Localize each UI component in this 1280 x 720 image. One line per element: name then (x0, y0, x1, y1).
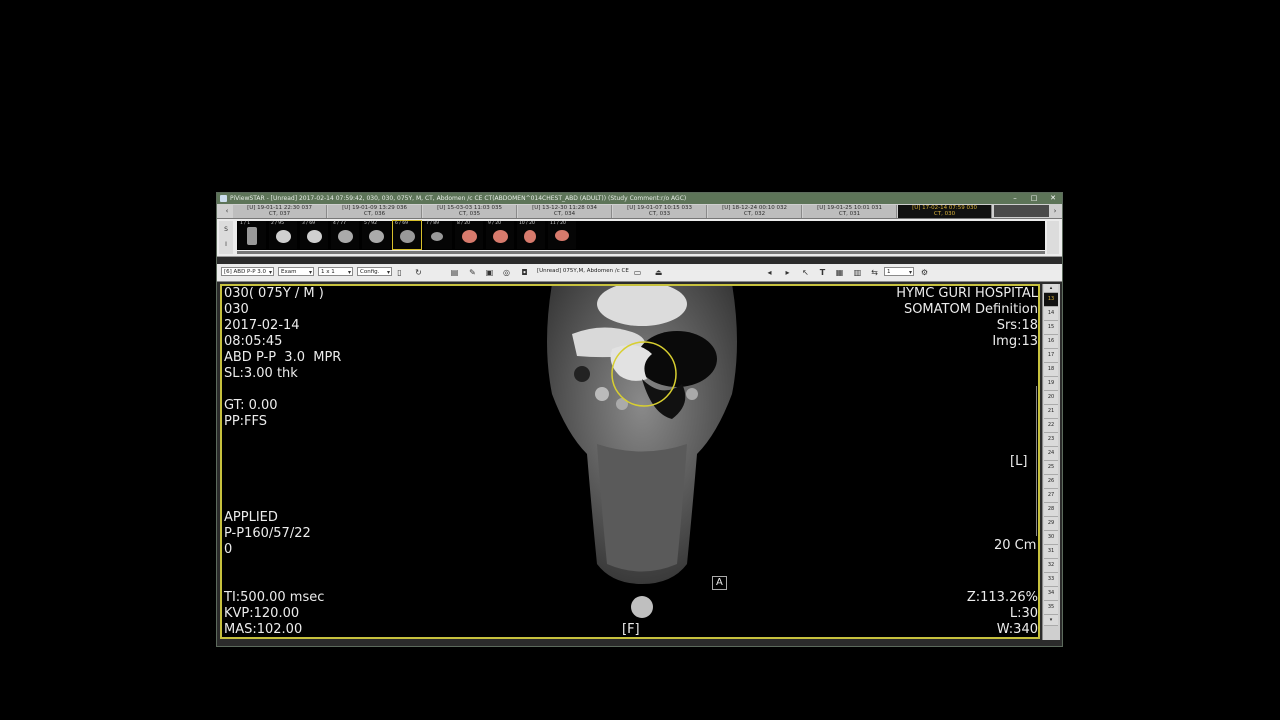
study-info-label: [Unread] 075Y,M, Abdomen /c CE (537, 268, 629, 274)
slice-number[interactable]: 16 (1044, 335, 1058, 349)
slice-number-current[interactable]: 13 (1044, 293, 1058, 307)
eject-icon[interactable]: ⏏ (653, 267, 664, 278)
series-thumbnail[interactable]: 3 / 69 (300, 221, 328, 249)
tab-next-arrow-icon[interactable]: › (1051, 205, 1059, 217)
thumbnail-area: 1 / 1 2 / 95 3 / 69 4 / 77 5 / 92 6 / 69… (237, 220, 1045, 250)
settings-icon[interactable]: ⚙ (919, 267, 930, 278)
slice-number[interactable]: 19 (1044, 377, 1058, 391)
print-icon[interactable]: ▤ (449, 267, 460, 278)
sync-icon[interactable]: ⇆ (869, 267, 880, 278)
thumbnail-strip: S I 1 / 1 2 / 95 3 / 69 4 / 77 5 / 92 6 … (217, 219, 1062, 257)
thumbnail-side-right (1047, 221, 1059, 254)
overlay-top-right: HYMC GURI HOSPITAL SOMATOM Definition Srs:… (896, 286, 1038, 349)
slice-number[interactable]: 34 (1044, 587, 1058, 601)
orientation-right-label: [L] (1010, 454, 1028, 469)
slice-number[interactable]: 22 (1044, 419, 1058, 433)
grid-icon[interactable]: ▦ (834, 267, 845, 278)
exam-select[interactable]: Exam (278, 267, 314, 277)
slice-number[interactable]: 14 (1044, 307, 1058, 321)
study-tab[interactable]: [U] 15-03-03 11:03 035 CT, 035 (423, 205, 517, 218)
slice-number[interactable]: 29 (1044, 517, 1058, 531)
app-window: PiViewSTAR - [Unread] 2017-02-14 07:59:4… (216, 192, 1063, 647)
minimize-button[interactable]: – (1006, 193, 1024, 204)
overlay-mid-left: APPLIED P-P160/57/22 0 (224, 510, 311, 557)
series-thumbnail[interactable]: 10 / 20 (517, 221, 545, 249)
series-thumbnail[interactable]: 4 / 77 (331, 221, 359, 249)
inferior-label: I (225, 241, 227, 248)
slice-number[interactable]: 28 (1044, 503, 1058, 517)
tile-icon[interactable]: ▥ (852, 267, 863, 278)
anterior-marker: A (712, 576, 727, 590)
slice-nav-up-icon[interactable]: ▴ (1044, 284, 1058, 293)
scale-label: 20 Cm (994, 538, 1037, 553)
series-thumbnail[interactable]: 8 / 20 (455, 221, 483, 249)
slice-number[interactable]: 35 (1044, 601, 1058, 615)
thumbnail-side-panel: S I (219, 221, 233, 254)
overlay-top-left: 030( 075Y / M ) 030 2017-02-14 08:05:45 ABD … (224, 286, 342, 429)
slice-navigator[interactable]: ▴ 13 14 15 16 17 18 19 20 21 22 23 24 25… (1042, 284, 1060, 640)
slice-number[interactable]: 15 (1044, 321, 1058, 335)
slice-number[interactable]: 27 (1044, 489, 1058, 503)
overlay-bottom-left: TI:500.00 msec KVP:120.00 MAS:102.00 (224, 590, 325, 637)
study-tab[interactable]: [U] 19-01-09 13:29 036 CT, 036 (328, 205, 422, 218)
scale-ruler (1034, 386, 1037, 536)
thumbnail-scrollbar[interactable] (237, 251, 1045, 254)
slice-nav-down-icon[interactable]: ▾ (1044, 615, 1058, 626)
series-thumbnail[interactable]: 7 / 89 (424, 221, 452, 249)
study-tab[interactable]: [U] 19-01-07 10:15 033 CT, 033 (613, 205, 707, 218)
image-menu-icon[interactable]: ▭ (632, 267, 643, 278)
capture-icon[interactable]: ◘ (519, 267, 530, 278)
slice-number[interactable]: 18 (1044, 363, 1058, 377)
slice-number[interactable]: 31 (1044, 545, 1058, 559)
frame-select[interactable]: 1 (884, 267, 914, 277)
slice-number[interactable]: 30 (1044, 531, 1058, 545)
close-button[interactable]: ✕ (1044, 193, 1062, 204)
series-thumbnail-selected[interactable]: 6 / 69 (392, 220, 422, 250)
slice-number[interactable]: 24 (1044, 447, 1058, 461)
layout-select[interactable]: 1 x 1 (318, 267, 353, 277)
slice-number[interactable]: 26 (1044, 475, 1058, 489)
pointer-icon[interactable]: ↖ (800, 267, 811, 278)
series-thumbnail[interactable]: 2 / 95 (269, 221, 297, 249)
superior-label: S (224, 226, 228, 233)
study-tab[interactable]: [U] 19-01-11 22:30 037 CT, 037 (233, 205, 327, 218)
slice-number[interactable]: 33 (1044, 573, 1058, 587)
viewer-toolbar: [6] ABD P-P 3.0 Exam 1 x 1 Config. ▯ ↻ ▤… (217, 264, 1062, 282)
study-tab-active[interactable]: [U] 17-02-14 07:59 030 CT, 030 (898, 205, 992, 218)
cd-icon[interactable]: ◎ (501, 267, 512, 278)
study-tab[interactable]: [U] 13-12-30 11:28 034 CT, 034 (518, 205, 612, 218)
edit-icon[interactable]: ✎ (467, 267, 478, 278)
series-thumbnail[interactable]: 1 / 1 (238, 221, 266, 249)
tab-prev-arrow-icon[interactable]: ‹ (223, 205, 231, 217)
slice-number[interactable]: 23 (1044, 433, 1058, 447)
study-tab[interactable]: [U] 19-01-25 10:01 031 CT, 031 (803, 205, 897, 218)
slice-number[interactable]: 21 (1044, 405, 1058, 419)
rotate-icon[interactable]: ↻ (413, 267, 424, 278)
image-viewport[interactable]: 030( 075Y / M ) 030 2017-02-14 08:05:45 ABD … (220, 284, 1040, 639)
slice-number[interactable]: 25 (1044, 461, 1058, 475)
text-tool-icon[interactable]: T (817, 267, 828, 278)
app-icon (220, 195, 227, 202)
overlay-bottom-right: Z:113.26% L:30 W:340 (966, 590, 1038, 637)
prev-series-icon[interactable]: ◂ (764, 267, 775, 278)
config-tool-icon[interactable]: ▯ (394, 267, 405, 278)
maximize-button[interactable]: □ (1025, 193, 1043, 204)
series-select[interactable]: [6] ABD P-P 3.0 (221, 267, 274, 277)
ct-coronal-image (547, 286, 737, 618)
save-icon[interactable]: ▣ (484, 267, 495, 278)
orientation-bottom-label: [F] (622, 622, 640, 637)
series-thumbnail[interactable]: 11 / 20 (548, 221, 576, 249)
config-select[interactable]: Config. (357, 267, 392, 277)
tab-spacer (994, 205, 1049, 217)
slice-number[interactable]: 32 (1044, 559, 1058, 573)
study-tabs: ‹ [U] 19-01-11 22:30 037 CT, 037 [U] 19-0… (217, 204, 1062, 219)
slice-number[interactable]: 17 (1044, 349, 1058, 363)
series-thumbnail[interactable]: 5 / 92 (362, 221, 390, 249)
slice-number[interactable]: 20 (1044, 391, 1058, 405)
window-title: PiViewSTAR - [Unread] 2017-02-14 07:59:4… (230, 195, 687, 202)
series-thumbnail[interactable]: 9 / 20 (486, 221, 514, 249)
title-bar: PiViewSTAR - [Unread] 2017-02-14 07:59:4… (217, 193, 1062, 204)
next-series-icon[interactable]: ▸ (782, 267, 793, 278)
study-tab[interactable]: [U] 18-12-24 00:10 032 CT, 032 (708, 205, 802, 218)
